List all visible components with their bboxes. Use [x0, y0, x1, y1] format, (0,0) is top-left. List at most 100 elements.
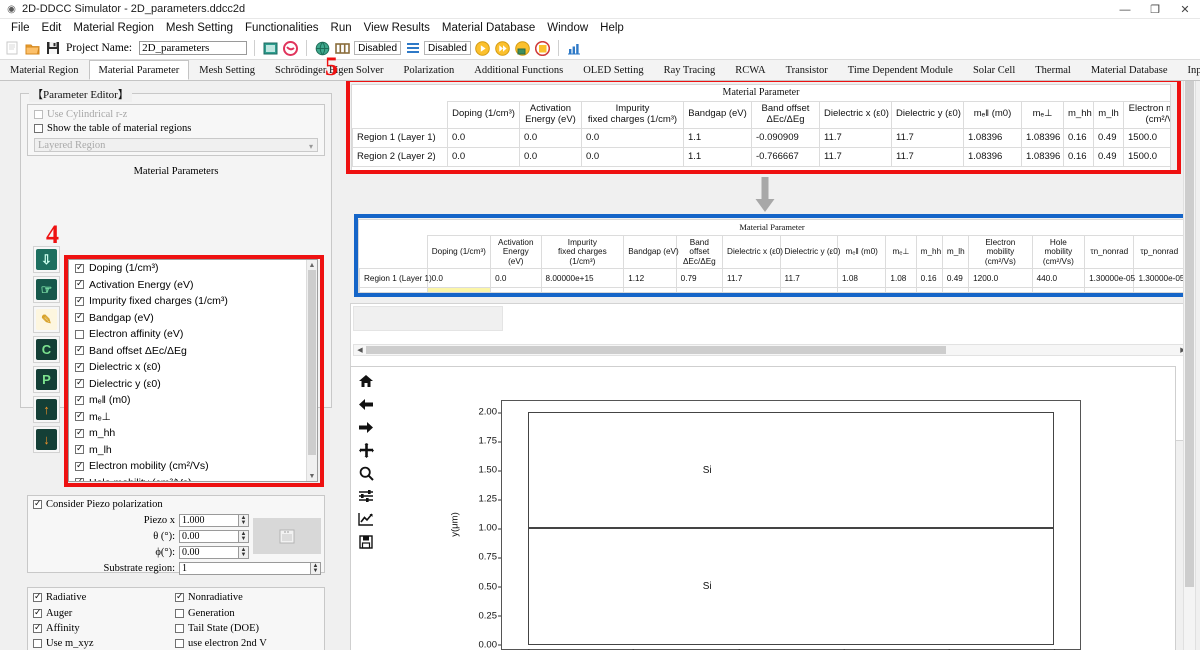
cell[interactable]: 11.7: [819, 146, 892, 167]
cell[interactable]: 0.16: [1063, 146, 1094, 167]
col-header-electron-mobility[interactable]: Electron mobility (cm²/Vs): [1123, 101, 1170, 129]
cell[interactable]: 11.7: [779, 268, 839, 289]
list-item[interactable]: Electron mobility (cm²/Vs): [69, 458, 317, 475]
cell[interactable]: 0.49: [1093, 127, 1124, 148]
lines-status-chip[interactable]: Disabled: [424, 41, 471, 55]
use-cylindrical-checkbox[interactable]: Use Cylindrical r-z: [34, 109, 127, 120]
tail-state-checkbox[interactable]: Tail State (DOE): [175, 623, 259, 634]
col-header-dielectric-x[interactable]: Dielectric x (ε0): [819, 101, 892, 129]
region-type-select[interactable]: Layered Region ▾: [34, 138, 318, 152]
save-figure-icon[interactable]: [357, 534, 375, 550]
col-header-dielectric-x[interactable]: Dielectric x (ε0): [722, 234, 783, 270]
right-panel-scrollbar[interactable]: ▲ ▼: [1183, 81, 1196, 650]
cell[interactable]: 0.49: [1093, 146, 1124, 167]
parameters-list-scrollbar[interactable]: ▲ ▼: [306, 260, 317, 481]
cell[interactable]: 1.12: [623, 268, 677, 289]
col-header-taup-nonrad[interactable]: τp_nonrad: [1133, 234, 1185, 270]
col-header-doping[interactable]: Doping (1/cm³): [447, 101, 520, 129]
cell[interactable]: 0.045: [490, 287, 542, 292]
col-header-me-par[interactable]: mₑ‖ (m0): [963, 101, 1022, 129]
cell[interactable]: 0.0: [426, 268, 492, 289]
paste-p-icon[interactable]: P: [33, 366, 60, 393]
edit-axis-icon[interactable]: [357, 511, 375, 527]
import-region-icon[interactable]: ⇩: [33, 246, 60, 273]
cell[interactable]: 0.79: [675, 287, 724, 292]
generation-checkbox[interactable]: Generation: [175, 608, 235, 619]
run-icon[interactable]: [474, 40, 491, 57]
list-item[interactable]: Doping (1/cm³): [69, 260, 317, 277]
affinity-checkbox[interactable]: Affinity: [33, 622, 80, 634]
run-save-icon[interactable]: [514, 40, 531, 57]
mesh-status-chip[interactable]: Disabled: [354, 41, 402, 55]
cell[interactable]: 1.08396: [1021, 127, 1064, 148]
cell-highlighted[interactable]: -5.00000e+17: [426, 287, 492, 292]
table-row[interactable]: Region 2 (Layer 2) 0.0 0.0 0.0 1.1 -0.76…: [352, 146, 1170, 167]
tab-thermal[interactable]: Thermal: [1025, 60, 1081, 80]
cell[interactable]: 0.79: [675, 268, 724, 289]
menu-item-mesh-setting[interactable]: Mesh Setting: [160, 19, 239, 37]
checkbox[interactable]: [75, 361, 84, 372]
list-item[interactable]: Activation Energy (eV): [69, 277, 317, 294]
cell[interactable]: 0.16: [915, 287, 943, 292]
cell[interactable]: 3.00000e-09: [1084, 287, 1135, 292]
tab-mesh-setting[interactable]: Mesh Setting: [189, 60, 265, 80]
list-item[interactable]: Bandgap (eV): [69, 310, 317, 327]
tab-material-database[interactable]: Material Database: [1081, 60, 1178, 80]
tab-additional-functions[interactable]: Additional Functions: [464, 60, 573, 80]
bar-chart-icon[interactable]: [566, 40, 583, 57]
edit-pencil-icon[interactable]: ✎: [33, 306, 60, 333]
table-row[interactable]: Region 1 (Layer 1) 0.0 0.0 8.00000e+15 1…: [359, 268, 1185, 289]
cell[interactable]: 0.0: [519, 146, 582, 167]
new-file-icon[interactable]: [4, 40, 21, 57]
menu-item-functionalities[interactable]: Functionalities: [239, 19, 325, 37]
col-header-band-offset[interactable]: Band offset ΔEc/ΔEg: [675, 234, 724, 270]
col-header-dielectric-y[interactable]: Dielectric y (ε0): [891, 101, 964, 129]
material-parameters-list[interactable]: Doping (1/cm³) Activation Energy (eV) Im…: [68, 259, 318, 482]
tab-rcwa[interactable]: RCWA: [725, 60, 775, 80]
piezo-phi-stepper[interactable]: ▲ ▼: [238, 546, 249, 559]
copy-c-icon[interactable]: C: [33, 336, 60, 363]
cell[interactable]: 11.7: [819, 127, 892, 148]
cell[interactable]: 0.0: [447, 127, 520, 148]
cell[interactable]: 0.16: [1063, 127, 1094, 148]
stop-icon[interactable]: [534, 40, 551, 57]
cell[interactable]: 1200.0: [968, 268, 1033, 289]
col-header-dielectric-y[interactable]: Dielectric y (ε0): [779, 234, 840, 270]
scroll-down-icon[interactable]: ▼: [307, 471, 317, 481]
cell[interactable]: 320.0: [1031, 287, 1086, 292]
cell[interactable]: 1.12: [623, 287, 677, 292]
cell[interactable]: 3.00000e-09: [1133, 287, 1185, 292]
tab-material-parameter[interactable]: Material Parameter: [88, 60, 190, 80]
cell[interactable]: 11.7: [779, 287, 839, 292]
col-header-me-par[interactable]: mₑ‖ (m0): [836, 234, 887, 270]
col-header-hole-mobility[interactable]: Hole mobility (cm²/Vs): [1031, 234, 1086, 270]
save-icon[interactable]: [44, 40, 61, 57]
checkbox[interactable]: [75, 476, 84, 481]
open-folder-icon[interactable]: [24, 40, 41, 57]
scroll-thumb[interactable]: [308, 270, 316, 455]
cell[interactable]: 1.08396: [1021, 146, 1064, 167]
col-header-impurity[interactable]: Impurity fixed charges (1/cm³): [581, 101, 684, 129]
checkbox[interactable]: [75, 329, 84, 339]
show-table-checkbox[interactable]: Show the table of material regions: [34, 123, 191, 134]
run-all-icon[interactable]: [494, 40, 511, 57]
col-header-m-lh[interactable]: m_lh: [941, 234, 970, 270]
use-m-xyz-checkbox[interactable]: Use m_xyz: [33, 638, 94, 649]
cell[interactable]: -0.766667: [751, 146, 820, 167]
col-header-doping[interactable]: Doping (1/cm³): [426, 234, 492, 270]
lines-icon[interactable]: [404, 40, 421, 57]
checkbox[interactable]: [75, 377, 84, 389]
list-item[interactable]: Hole mobility (cm²/Vs): [69, 475, 317, 481]
col-header-m-lh[interactable]: m_lh: [1093, 101, 1124, 129]
table-row[interactable]: Region 2 (Layer 2) -5.00000e+17 0.045 0.…: [359, 287, 1185, 292]
menu-item-material-region[interactable]: Material Region: [67, 19, 160, 37]
checkbox[interactable]: [75, 278, 84, 290]
checkbox[interactable]: [75, 443, 84, 455]
tab-solar-cell[interactable]: Solar Cell: [963, 60, 1025, 80]
radiative-checkbox[interactable]: Radiative: [33, 591, 86, 603]
substrate-region-input[interactable]: 1 ▲ ▼: [179, 562, 321, 575]
back-arrow-icon[interactable]: [357, 396, 375, 412]
tab-transistor[interactable]: Transistor: [776, 60, 838, 80]
tab-input-editor[interactable]: Input Editor: [1178, 60, 1200, 80]
menu-item-run[interactable]: Run: [325, 19, 358, 37]
